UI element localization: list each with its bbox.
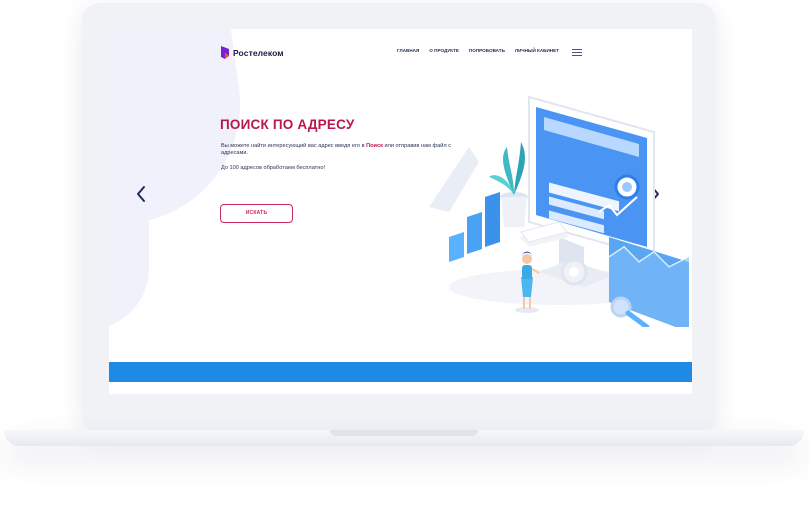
nav-item-try[interactable]: ПОПРОБОВАТЬ (469, 48, 505, 53)
bottom-blue-bar (109, 362, 692, 382)
rostelecom-logo-icon (221, 46, 229, 59)
nav-item-about[interactable]: О ПРОДУКТЕ (429, 48, 459, 53)
chevron-left-icon[interactable] (135, 185, 147, 203)
website-screen: Ростелеком ГЛАВНАЯ О ПРОДУКТЕ ПОПРОБОВАТ… (109, 29, 692, 394)
main-nav: ГЛАВНАЯ О ПРОДУКТЕ ПОПРОБОВАТЬ ЛИЧНЫЙ КА… (397, 48, 559, 53)
nav-item-account[interactable]: ЛИЧНЫЙ КАБИНЕТ (515, 48, 559, 53)
free-limit-note: До 100 адресов обработаем бесплатно! (221, 165, 325, 171)
page-title: ПОИСК ПО АДРЕСУ (220, 117, 355, 132)
nav-item-home[interactable]: ГЛАВНАЯ (397, 48, 419, 53)
brand-logo[interactable]: Ростелеком (220, 45, 284, 60)
brand-name: Ростелеком (233, 47, 284, 58)
description-text: Вы можете найти интересующий вас адрес в… (221, 143, 367, 149)
isometric-illustration (429, 95, 690, 327)
search-link[interactable]: Поиск (366, 143, 383, 149)
search-button[interactable]: ИСКАТЬ (220, 204, 293, 223)
hamburger-menu-icon[interactable] (572, 49, 582, 56)
laptop-notch (330, 430, 478, 436)
